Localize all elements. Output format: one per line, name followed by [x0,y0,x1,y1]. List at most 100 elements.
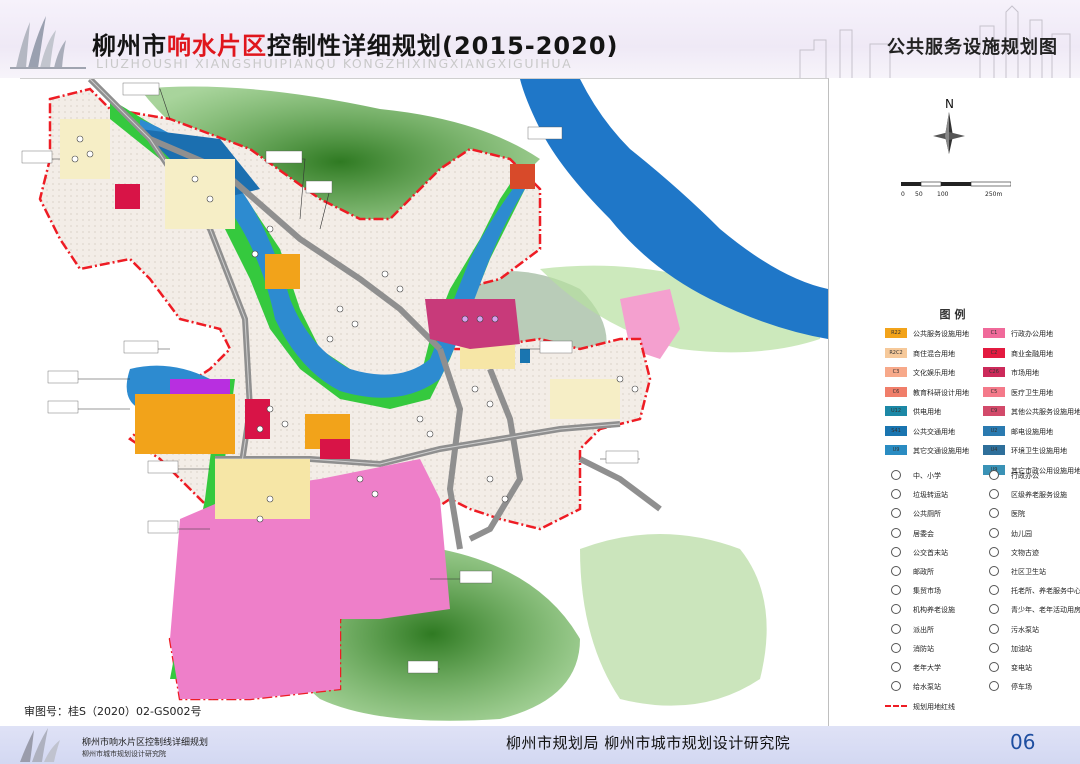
legend-swatch-c9: C9 [983,406,1005,416]
footer-institute-small: 柳州市城市规划设计研究院 [82,750,166,758]
map-canvas [20,79,828,727]
legend-swatch-c2: C2 [983,347,1005,358]
legend-symbol-label: 垃圾转运站 [913,491,948,500]
legend-swatch-r22: R22 [885,328,907,338]
scale-label-100: 100 [937,191,949,198]
title-pinyin: LIUZHOUSHI XIANGSHUIPIANQU KONGZHIXINGXI… [96,56,573,71]
legend-symbol-label: 邮政所 [913,568,934,576]
block-red-west [245,399,270,439]
block-yellow-west [60,119,110,179]
block-red-north [115,184,140,209]
legend-swatch-u2: U2 [983,425,1005,436]
facility-symbol-icon [989,604,999,615]
legend-swatch-u4: U4 [983,445,1005,455]
legend-label: 供电用地 [913,408,941,416]
legend-label: 文化娱乐用地 [913,369,955,377]
facility-symbol-icon [989,470,999,480]
facility-symbol-icon [989,642,999,653]
facility-symbol-icon [891,566,901,576]
legend-swatch-u12: U12 [885,406,907,416]
legend-symbol-label: 青少年、老年活动用房 [1011,606,1080,615]
legend-symbol-label: 消防站 [913,644,934,653]
facility-symbol-icon [891,470,901,480]
footer-logo-icon [20,728,60,762]
legend-boundary-label: 规划用地红线 [913,703,955,712]
approval-number: 审图号：桂S（2020）02-GS002号 [24,705,202,718]
footer-project-name: 柳州市响水片区控制线详细规划 [82,738,209,748]
facility-symbol-icon [989,681,999,692]
legend-swatch-c26: C26 [983,367,1005,377]
facility-symbol-icon [989,566,999,576]
facility-symbol-icon [989,662,999,672]
legend-label: 其他公共服务设施用地 [1011,408,1080,416]
legend-symbol-label: 集贸市场 [913,587,941,596]
facility-symbol-icon [891,527,901,538]
scale-label-0: 0 [901,191,905,198]
block-yellow-east [550,379,620,419]
sheet-title: 公共服务设施规划图 [887,37,1058,58]
planning-map[interactable]: 审图号：桂S（2020）02-GS002号 [20,78,829,727]
block-red-ne [510,164,535,189]
block-yellow-north [165,159,235,229]
legend-symbol-label: 医院 [1011,510,1025,519]
block-yellow-sw [215,459,310,519]
facility-symbol-icon [891,489,901,500]
facility-symbol-icon [891,642,901,653]
block-blue-utility [520,349,530,363]
legend-swatch-s41: S41 [885,425,907,436]
boundary-line-swatch [885,705,907,708]
footer-organizations: 柳州市规划局 柳州市城市规划设计研究院 [506,734,791,752]
legend-panel: N 0 50 100 250m 图例 R22 公共服务设施用地 R2C2 商住混合用地… [829,78,1080,726]
legend-symbol-label: 行政办公 [1011,472,1039,480]
legend-symbol-label: 机构养老设施 [913,606,955,615]
legend-swatch-c6: C6 [885,386,907,397]
legend-label: 教育科研设计用地 [913,388,969,397]
facility-symbol-icon [891,508,901,519]
facility-symbol-icon [989,527,999,538]
legend-symbol-label: 老年大学 [913,664,941,672]
legend-label: 行政办公用地 [1011,330,1053,338]
block-orange-mid [265,254,300,289]
header-bar: 柳州市响水片区控制性详细规划(2015-2020) LIUZHOUSHI XIA… [0,0,1080,78]
legend-symbol-label: 变电站 [1011,664,1032,672]
legend-label: 医疗卫生用地 [1011,388,1053,397]
facility-symbol-icon [891,604,901,615]
facility-symbol-icon [891,546,901,557]
legend-swatch-c3: C3 [885,367,907,377]
facility-symbol-icon [989,623,999,634]
legend-symbol-label: 区级养老服务设施 [1011,491,1067,500]
legend-symbol-label: 居委会 [913,529,934,538]
city-logo-icon [10,16,86,69]
legend-symbol-label: 派出所 [913,625,934,634]
legend-symbol-label: 文物古迹 [1011,548,1039,557]
north-arrow-icon: N [933,97,965,154]
legend-label: 市场用地 [1011,369,1039,377]
scale-label-50: 50 [915,191,923,198]
legend-swatch-u9: U9 [885,445,907,455]
legend-label: 公共服务设施用地 [913,330,969,338]
legend-label: 邮电设施用地 [1011,427,1053,436]
legend-symbol-label: 给水泵站 [913,683,941,692]
scale-bar: 0 50 100 250m [901,181,1011,198]
legend-label: 商业金融用地 [1011,349,1053,358]
legend-swatch-c5: C5 [983,386,1005,397]
facility-symbol-icon [989,508,999,519]
legend-symbol-label: 幼儿园 [1011,529,1032,538]
legend-label: 环境卫生设施用地 [1011,447,1067,455]
footer-bar: 柳州市响水片区控制线详细规划 柳州市城市规划设计研究院 柳州市规划局 柳州市城市… [0,726,1080,764]
facility-symbol-icon [891,681,901,692]
block-orange-west [135,394,235,454]
legend-symbol-label: 中、小学 [913,472,941,480]
legend-label: 公共交通用地 [913,427,955,436]
scale-label-250: 250m [985,191,1002,198]
block-red-center [320,439,350,459]
facility-symbol-icon [989,489,999,500]
legend-symbol-label: 污水泵站 [1011,625,1039,634]
facility-symbol-icon [989,585,999,596]
facility-symbol-icon [891,662,901,672]
facility-symbol-icon [891,623,901,634]
page-number: 06 [1010,730,1036,754]
legend-label: 商住混合用地 [913,349,955,358]
north-label: N [945,97,954,111]
legend-symbol-label: 公共厕所 [913,510,941,519]
